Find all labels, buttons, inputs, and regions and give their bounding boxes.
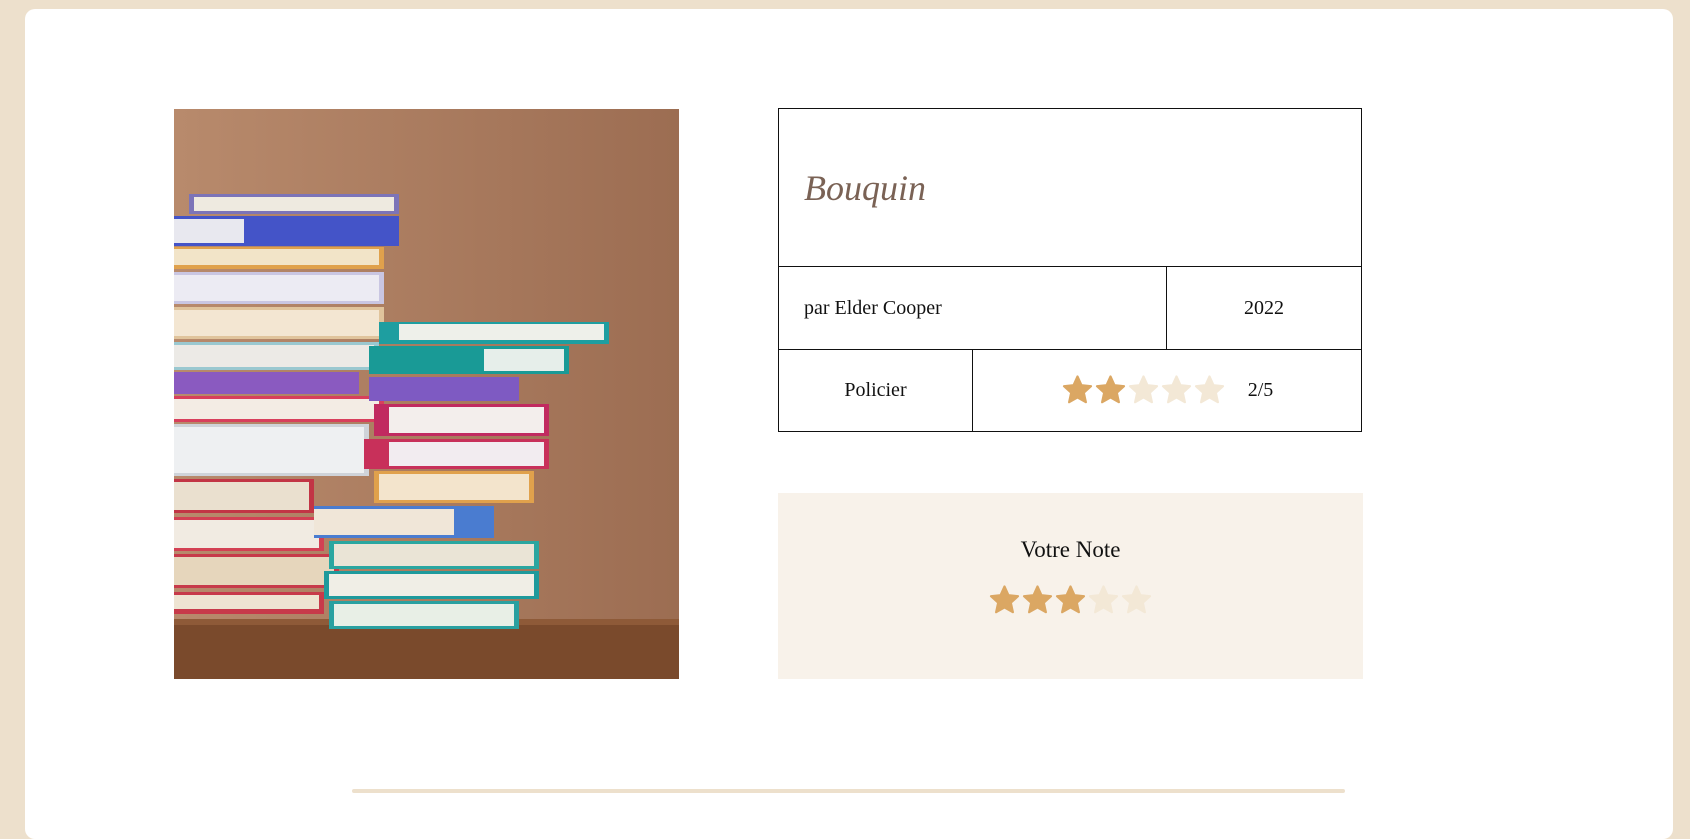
- book-cover-image: [174, 109, 679, 679]
- user-star-icon-5[interactable]: [1120, 584, 1153, 617]
- book-genre: Policier: [779, 350, 973, 431]
- user-rating-heading: Votre Note: [1020, 537, 1121, 562]
- average-star-icon-3: [1128, 375, 1158, 404]
- user-star-icon-4[interactable]: [1087, 584, 1120, 617]
- book-author: par Elder Cooper: [804, 297, 942, 319]
- average-rating-stars: [1061, 374, 1226, 407]
- average-rating-text: 2/5: [1247, 379, 1274, 401]
- page-card: Bouquin par Elder Cooper 2022 Policier 2…: [25, 9, 1673, 839]
- average-star-icon-4: [1161, 375, 1191, 404]
- book-title: Bouquin: [804, 168, 926, 208]
- average-rating: 2/5: [973, 350, 1361, 431]
- divider: [352, 789, 1345, 793]
- user-rating-panel: Votre Note: [778, 493, 1363, 679]
- author-cell: par Elder Cooper: [779, 267, 1167, 350]
- title-cell: Bouquin: [779, 109, 1361, 267]
- user-star-icon-1[interactable]: [988, 584, 1021, 617]
- book-info-table: Bouquin par Elder Cooper 2022 Policier 2…: [778, 108, 1362, 432]
- average-star-icon-2: [1095, 375, 1125, 404]
- average-star-icon-1: [1062, 375, 1092, 404]
- user-rating-stars: [778, 584, 1363, 617]
- book-year: 2022: [1167, 267, 1361, 350]
- user-star-icon-2[interactable]: [1021, 584, 1054, 617]
- user-star-icon-3[interactable]: [1054, 584, 1087, 617]
- average-star-icon-5: [1194, 375, 1224, 404]
